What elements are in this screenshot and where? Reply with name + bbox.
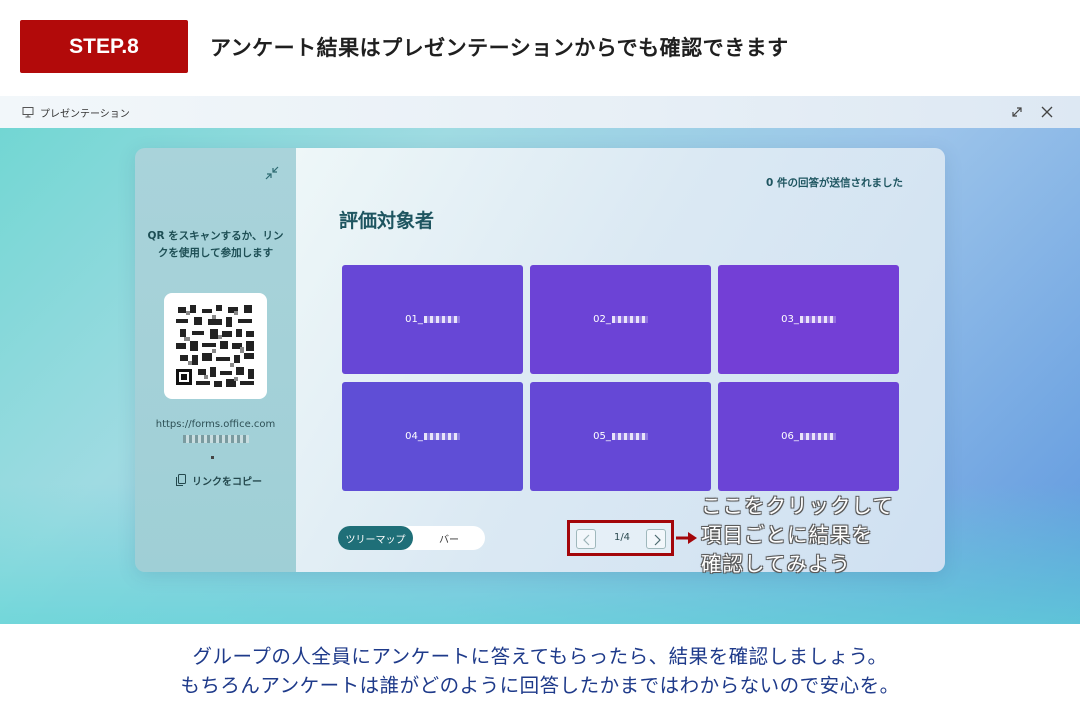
join-url-text: https://forms.office.com (155, 419, 276, 430)
tile-redacted (611, 433, 648, 440)
tile-label: 06_ (781, 431, 799, 442)
page-root: STEP.8 アンケート結果はプレゼンテーションからでも確認できます プレゼンテ… (0, 0, 1080, 720)
question-heading: 評価対象者 (339, 210, 435, 232)
tile-redacted (423, 433, 460, 440)
step-badge: STEP.8 (20, 20, 188, 73)
qr-code-graphic (174, 303, 257, 389)
next-question-button[interactable] (646, 529, 666, 549)
expand-icon[interactable] (1010, 105, 1024, 119)
treemap-toggle[interactable]: ツリーマップ (338, 526, 413, 550)
url-redacted (182, 435, 249, 443)
tile-redacted (423, 316, 460, 323)
treemap-tile[interactable]: 03_ (718, 265, 899, 374)
response-count: 0 件の回答が送信されました (766, 177, 903, 189)
treemap-tile[interactable]: 05_ (530, 382, 711, 491)
bar-toggle[interactable]: バー (413, 526, 485, 550)
tile-label: 05_ (593, 431, 611, 442)
join-url: https://forms.office.com (145, 417, 286, 447)
treemap-tile[interactable]: 01_ (342, 265, 523, 374)
tile-redacted (799, 433, 836, 440)
chevron-right-icon (654, 534, 661, 546)
collapse-icon[interactable] (264, 165, 280, 181)
arrow-right-icon (676, 532, 697, 544)
treemap-tile[interactable]: 04_ (342, 382, 523, 491)
prev-question-button[interactable] (576, 529, 596, 549)
tile-label: 02_ (593, 314, 611, 325)
qr-code (164, 293, 267, 399)
step-title: アンケート結果はプレゼンテーションからでも確認できます (210, 36, 789, 60)
scan-instructions: QR をスキャンするか、リンクを使用して参加します (147, 230, 284, 259)
question-pager: 1/4 (567, 520, 674, 556)
copy-link-button[interactable]: リンクをコピー (175, 473, 262, 488)
copy-icon (176, 474, 186, 486)
tile-label: 01_ (405, 314, 423, 325)
pager-label: 1/4 (613, 532, 631, 543)
tile-redacted (611, 316, 648, 323)
window-titlebar: プレゼンテーション (0, 96, 1080, 128)
tile-label: 04_ (405, 431, 423, 442)
url-dot (211, 456, 214, 459)
caption-line-1: グループの人全員にアンケートに答えてもらったら、結果を確認しましょう。 (192, 645, 888, 668)
close-icon[interactable] (1040, 105, 1054, 119)
bottom-caption: グループの人全員にアンケートに答えてもらったら、結果を確認しましょう。 もちろん… (0, 642, 1080, 700)
copy-link-label: リンクをコピー (192, 477, 262, 488)
tile-redacted (799, 316, 836, 323)
chart-type-toggle: ツリーマップ バー (338, 526, 485, 550)
presentation-icon (22, 107, 34, 118)
treemap-tile[interactable]: 02_ (530, 265, 711, 374)
window-title: プレゼンテーション (40, 109, 130, 120)
treemap-tile[interactable]: 06_ (718, 382, 899, 491)
qr-sidebar: QR をスキャンするか、リンクを使用して参加します https://forms.… (135, 148, 296, 572)
caption-line-2: もちろんアンケートは誰がどのように回答したかまではわからないので安心を。 (180, 674, 900, 697)
tile-label: 03_ (781, 314, 799, 325)
treemap-tiles: 01_ 02_ 03_ 04_ 05_ 06_ (342, 265, 901, 491)
chevron-left-icon (583, 534, 590, 546)
callout-annotation: ここをクリックして 項目ごとに結果を 確認してみよう (701, 494, 894, 576)
